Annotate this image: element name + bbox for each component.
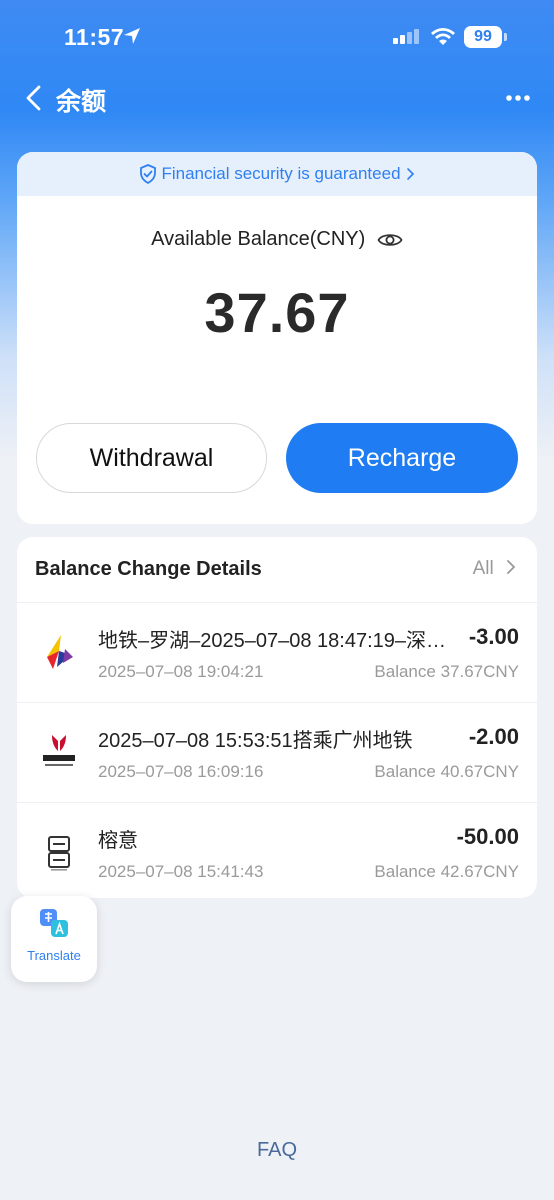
transaction-row[interactable]: 地铁–罗湖–2025–07–08 18:47:19–深圳地铁 -3.00 202… xyxy=(17,603,537,703)
transaction-title: 2025–07–08 15:53:51搭乘广州地铁 xyxy=(98,730,413,752)
transaction-balance: Balance 37.67CNY xyxy=(374,662,519,681)
wifi-icon xyxy=(431,28,455,45)
transaction-amount: -3.00 xyxy=(468,624,519,649)
balance-card: Financial security is guaranteed Availab… xyxy=(17,152,537,524)
translate-icon xyxy=(40,909,68,937)
security-banner[interactable]: Financial security is guaranteed xyxy=(17,152,537,196)
rongyi-logo-icon xyxy=(48,836,70,871)
transaction-balance: Balance 42.67CNY xyxy=(374,862,519,881)
available-balance-label: Available Balance(CNY) xyxy=(151,228,366,251)
transaction-amount: -2.00 xyxy=(468,724,519,749)
recharge-button[interactable]: Recharge xyxy=(286,423,518,493)
guangzhou-metro-logo-icon xyxy=(43,735,75,766)
cellular-signal-icon xyxy=(393,29,419,44)
details-title: Balance Change Details xyxy=(35,558,262,580)
translate-label: Translate xyxy=(27,948,81,963)
battery-tip xyxy=(504,33,507,41)
translate-floating-button[interactable]: Translate xyxy=(11,896,97,982)
status-time: 11:57 xyxy=(64,24,125,50)
shenzhen-metro-logo-icon xyxy=(47,635,73,669)
page-title: 余额 xyxy=(56,88,107,116)
transaction-amount: -50.00 xyxy=(456,824,519,849)
view-all-link[interactable]: All xyxy=(473,558,517,580)
transaction-time: 2025–07–08 15:41:43 xyxy=(98,862,264,881)
faq-link[interactable]: FAQ xyxy=(0,1139,554,1162)
chevron-right-icon xyxy=(507,560,516,574)
available-balance-row: Available Balance(CNY) xyxy=(17,228,537,251)
transaction-time: 2025–07–08 16:09:16 xyxy=(98,762,264,781)
balance-details-card: Balance Change Details All 地铁–罗湖–2025–07… xyxy=(17,537,537,898)
location-arrow-icon xyxy=(124,28,140,44)
chevron-right-icon xyxy=(406,168,414,180)
view-all-label: All xyxy=(472,558,494,579)
shield-check-icon xyxy=(140,164,157,184)
transaction-title: 榕意 xyxy=(98,830,138,852)
more-options-icon[interactable] xyxy=(505,94,531,102)
security-banner-text: Financial security is guaranteed xyxy=(161,164,401,183)
eye-icon[interactable] xyxy=(377,231,403,249)
nav-bar: 余额 xyxy=(0,74,554,124)
transaction-time: 2025–07–08 19:04:21 xyxy=(98,662,264,681)
status-bar: 11:57 99 xyxy=(0,0,554,74)
transaction-row[interactable]: 2025–07–08 15:53:51搭乘广州地铁 -2.00 2025–07–… xyxy=(17,703,537,803)
transaction-title: 地铁–罗湖–2025–07–08 18:47:19–深圳地铁 xyxy=(98,630,450,652)
transaction-balance: Balance 40.67CNY xyxy=(374,762,519,781)
details-header: Balance Change Details All xyxy=(17,537,537,603)
transaction-row[interactable]: 榕意 -50.00 2025–07–08 15:41:43 Balance 42… xyxy=(17,803,537,898)
balance-amount: 37.67 xyxy=(204,281,350,344)
back-chevron-icon[interactable] xyxy=(22,84,46,112)
withdrawal-button[interactable]: Withdrawal xyxy=(36,423,267,493)
battery-indicator: 99 xyxy=(464,26,502,48)
